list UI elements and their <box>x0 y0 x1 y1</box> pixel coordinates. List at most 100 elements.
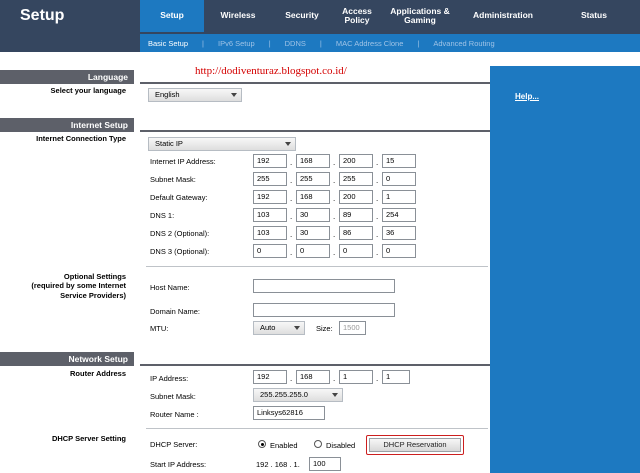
optional-settings-subtitle-1: (required by some Internet <box>31 281 126 291</box>
octet-dot: . <box>376 230 379 239</box>
dns1-octet-3[interactable]: 89 <box>339 208 373 222</box>
dhcp-server-setting-label: DHCP Server Setting <box>51 434 126 443</box>
subnet-mask-octet-1[interactable]: 255 <box>253 172 287 186</box>
router-address-label: Router Address <box>70 369 126 378</box>
router-ip-octet-4[interactable]: 1 <box>382 370 410 384</box>
dns1-octet-4[interactable]: 254 <box>382 208 416 222</box>
subnet-mask-octet-3[interactable]: 255 <box>339 172 373 186</box>
header-bar: Setup Setup Wireless Security Access Pol… <box>0 0 640 52</box>
router-ip-octet-3[interactable]: 1 <box>339 370 373 384</box>
domain-name-input[interactable] <box>253 303 395 317</box>
dns2-octet-3[interactable]: 86 <box>339 226 373 240</box>
gateway-octet-1[interactable]: 192 <box>253 190 287 204</box>
octet-dot: . <box>333 374 336 383</box>
help-panel <box>490 52 640 473</box>
octet-dot: . <box>290 248 293 257</box>
dns1-octet-1[interactable]: 103 <box>253 208 287 222</box>
octet-dot: . <box>290 158 293 167</box>
subnav-ipv6-setup[interactable]: IPv6 Setup <box>218 39 255 48</box>
optional-settings-label: Optional Settings (required by some Inte… <box>31 272 126 300</box>
subnet-mask-octet-2[interactable]: 255 <box>296 172 330 186</box>
gateway-octet-4[interactable]: 1 <box>382 190 416 204</box>
octet-dot: . <box>333 176 336 185</box>
octet-dot: . <box>333 248 336 257</box>
tab-applications-gaming[interactable]: Applications & Gaming <box>382 0 458 32</box>
octet-dot: . <box>290 194 293 203</box>
subnav-advanced-routing[interactable]: Advanced Routing <box>433 39 494 48</box>
dns3-octet-4[interactable]: 0 <box>382 244 416 258</box>
connection-type-select[interactable]: Static IP <box>148 137 296 151</box>
router-name-input[interactable]: Linksys62816 <box>253 406 325 420</box>
router-subnet-mask-label: Subnet Mask: <box>150 392 196 401</box>
language-value: English <box>155 90 180 99</box>
subnav-mac-address-clone[interactable]: MAC Address Clone <box>336 39 404 48</box>
host-name-input[interactable] <box>253 279 395 293</box>
optional-settings-subtitle-2: Service Providers) <box>60 290 126 300</box>
octet-dot: . <box>333 158 336 167</box>
router-ip-octet-2[interactable]: 168 <box>296 370 330 384</box>
internet-ip-octet-1[interactable]: 192 <box>253 154 287 168</box>
octet-dot: . <box>333 194 336 203</box>
dns2-octet-2[interactable]: 30 <box>296 226 330 240</box>
octet-dot: . <box>376 248 379 257</box>
dhcp-reservation-button[interactable]: DHCP Reservation <box>369 438 461 452</box>
subnav-ddns[interactable]: DDNS <box>285 39 306 48</box>
subnet-mask-label: Subnet Mask: <box>150 175 196 184</box>
help-link[interactable]: Help... <box>515 92 539 101</box>
chevron-down-icon <box>332 393 338 397</box>
router-ip-octet-1[interactable]: 192 <box>253 370 287 384</box>
dns2-octet-1[interactable]: 103 <box>253 226 287 240</box>
router-name-label: Router Name : <box>150 410 199 419</box>
tab-status[interactable]: Status <box>548 0 640 32</box>
mtu-size-input[interactable]: 1500 <box>339 321 366 335</box>
dhcp-disabled-label: Disabled <box>326 441 356 450</box>
tab-security[interactable]: Security <box>272 0 332 32</box>
dns3-octet-1[interactable]: 0 <box>253 244 287 258</box>
internet-ip-octet-4[interactable]: 15 <box>382 154 416 168</box>
dns2-label: DNS 2 (Optional): <box>150 229 210 238</box>
subnav-separator: | <box>417 38 420 48</box>
start-ip-octet-input[interactable]: 100 <box>309 457 341 471</box>
router-subnet-mask-select[interactable]: 255.255.255.0 <box>253 388 343 402</box>
dhcp-server-label: DHCP Server: <box>150 440 198 449</box>
gateway-octet-2[interactable]: 168 <box>296 190 330 204</box>
tab-administration[interactable]: Administration <box>458 0 548 32</box>
subnav-separator: | <box>202 38 204 48</box>
dns3-octet-2[interactable]: 0 <box>296 244 330 258</box>
mtu-value: Auto <box>260 323 276 332</box>
tab-access-policy[interactable]: Access Policy <box>332 0 382 32</box>
domain-name-label: Domain Name: <box>150 307 201 316</box>
dns3-octet-3[interactable]: 0 <box>339 244 373 258</box>
dhcp-disabled-radio[interactable] <box>314 440 322 448</box>
internet-ip-label: Internet IP Address: <box>150 157 216 166</box>
watermark-url: http://dodiventuraz.blogspot.co.id/ <box>195 65 347 77</box>
octet-dot: . <box>376 374 379 383</box>
dns1-octet-2[interactable]: 30 <box>296 208 330 222</box>
language-label: Select your language <box>50 86 126 95</box>
optional-settings-title: Optional Settings <box>63 272 126 281</box>
mtu-label: MTU: <box>150 324 169 333</box>
octet-dot: . <box>376 158 379 167</box>
octet-dot: . <box>290 176 293 185</box>
dhcp-enabled-radio[interactable] <box>258 440 266 448</box>
language-select[interactable]: English <box>148 88 242 102</box>
gateway-octet-3[interactable]: 200 <box>339 190 373 204</box>
octet-dot: . <box>376 212 379 221</box>
internet-ip-octet-3[interactable]: 200 <box>339 154 373 168</box>
dns2-octet-4[interactable]: 36 <box>382 226 416 240</box>
subnet-mask-octet-4[interactable]: 0 <box>382 172 416 186</box>
chevron-down-icon <box>231 93 237 97</box>
section-divider <box>140 130 490 132</box>
tab-wireless[interactable]: Wireless <box>204 0 272 32</box>
subnav-basic-setup[interactable]: Basic Setup <box>148 39 188 48</box>
internet-ip-octet-2[interactable]: 168 <box>296 154 330 168</box>
help-panel-top <box>490 52 640 66</box>
subnav-separator: | <box>268 38 271 48</box>
section-language: Language <box>0 70 134 84</box>
dhcp-enabled-label: Enabled <box>270 441 298 450</box>
mtu-select[interactable]: Auto <box>253 321 305 335</box>
host-name-label: Host Name: <box>150 283 190 292</box>
tab-setup[interactable]: Setup <box>140 0 204 32</box>
octet-dot: . <box>290 230 293 239</box>
subnav-separator: | <box>319 38 322 48</box>
